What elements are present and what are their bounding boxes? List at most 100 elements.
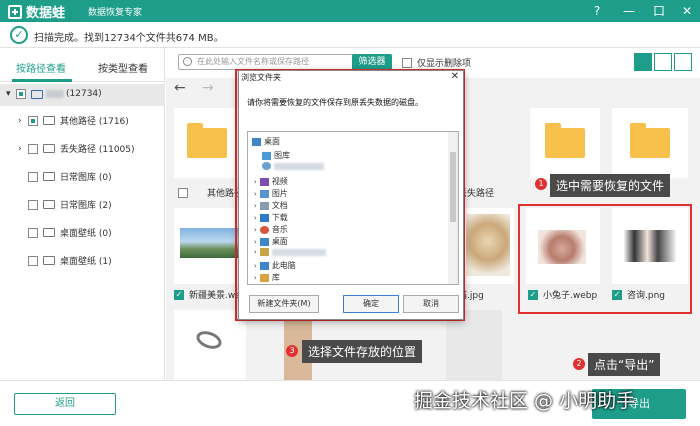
music-icon xyxy=(259,225,269,234)
scrollbar-thumb[interactable] xyxy=(450,152,456,222)
check-circle-icon: ✓ xyxy=(10,26,28,44)
tree-item-video[interactable]: › 视频 xyxy=(254,176,288,187)
chevron-right-icon[interactable]: › xyxy=(254,202,257,210)
node-checkbox[interactable] xyxy=(28,143,38,154)
tree-node[interactable]: 日常图库 (0) xyxy=(28,170,112,183)
cancel-button[interactable]: 取消 xyxy=(403,295,459,313)
tree-node-label: 日常图库 (0) xyxy=(60,173,112,183)
folder-tree[interactable]: 桌面 图库 › 视频 › 图片 › 文档 › 下载 › 音乐 › 桌面 › › … xyxy=(247,131,459,285)
tree-item-user[interactable] xyxy=(262,162,324,170)
help-button[interactable]: ? xyxy=(588,2,606,20)
chevron-right-icon[interactable]: › xyxy=(254,226,257,234)
back-button[interactable]: 返回 xyxy=(14,393,116,415)
folder-icon xyxy=(43,200,55,209)
ok-button[interactable]: 确定 xyxy=(343,295,399,313)
tab-by-type[interactable]: 按类型查看 xyxy=(98,60,148,75)
folder-card[interactable] xyxy=(530,108,600,178)
cat-thumbnail xyxy=(466,214,510,276)
tree-item-documents[interactable]: › 文档 xyxy=(254,200,288,211)
forward-arrow-icon[interactable]: → xyxy=(202,80,214,96)
folder-card[interactable] xyxy=(612,108,688,178)
gallery-icon xyxy=(262,151,271,160)
node-checkbox[interactable] xyxy=(28,115,38,126)
blurred-drive-name xyxy=(46,90,64,98)
step1-number: 1 xyxy=(535,178,547,190)
grid-view-icon[interactable] xyxy=(634,53,652,71)
maximize-button[interactable]: 口 xyxy=(650,2,668,20)
app-subtitle: 数据恢复专家 xyxy=(88,8,143,18)
tree-node-label: 桌面壁纸 (1) xyxy=(60,257,112,267)
tree-node-label: 丢失路径 (11005) xyxy=(60,145,135,155)
dialog-close-icon[interactable]: ✕ xyxy=(451,71,459,82)
dialog-scrollbar[interactable] xyxy=(448,132,458,284)
file-label[interactable]: 其他路径 xyxy=(178,186,243,199)
tree-node[interactable]: › 其他路径 (1716) xyxy=(18,114,129,127)
folder-icon xyxy=(43,144,55,153)
ring-thumbnail xyxy=(194,328,224,352)
tree-node[interactable]: 日常图库 (2) xyxy=(28,198,112,211)
active-tab-indicator xyxy=(12,79,72,82)
chevron-right-icon[interactable]: › xyxy=(254,178,257,186)
chevron-right-icon[interactable]: › xyxy=(254,238,257,246)
close-button[interactable]: ✕ xyxy=(678,2,696,20)
view-tabs: 按路径查看 按类型查看 xyxy=(0,48,164,82)
node-checkbox[interactable] xyxy=(28,255,38,266)
chevron-right-icon[interactable]: › xyxy=(254,214,257,222)
tree-item-desktop[interactable]: 桌面 xyxy=(252,136,280,147)
tree-item-blurred[interactable]: › xyxy=(254,248,326,256)
blurred-user-name xyxy=(274,162,324,170)
download-icon xyxy=(259,213,269,222)
chevron-right-icon[interactable]: › xyxy=(254,274,257,282)
search-placeholder: 在此处输入文件名称或保存路径 xyxy=(197,57,309,66)
desktop-icon xyxy=(259,237,269,246)
tree-item-this-pc[interactable]: › 此电脑 xyxy=(254,260,296,271)
tree-item-desktop2[interactable]: › 桌面 xyxy=(254,236,288,247)
back-arrow-icon[interactable]: ← xyxy=(174,80,186,96)
tab-by-path[interactable]: 按路径查看 xyxy=(16,60,66,75)
tree-node[interactable]: 桌面壁纸 (1) xyxy=(28,254,112,267)
only-deleted-toggle[interactable]: 仅显示删除项 xyxy=(402,56,471,69)
image-card[interactable] xyxy=(462,208,514,284)
folder-icon xyxy=(43,256,55,265)
new-folder-button[interactable]: 新建文件夹(M) xyxy=(249,295,319,313)
node-checkbox[interactable] xyxy=(28,199,38,210)
step2-number: 2 xyxy=(573,358,585,370)
tree-item-library[interactable]: › 库 xyxy=(254,272,280,283)
dialog-title: 浏览文件夹 xyxy=(241,73,281,82)
step2-tip: 点击“导出” xyxy=(588,353,661,376)
node-checkbox[interactable] xyxy=(28,227,38,238)
file-checkbox[interactable]: ✓ xyxy=(174,289,184,300)
tree-node-label: 其他路径 (1716) xyxy=(60,117,129,127)
chevron-right-icon[interactable]: › xyxy=(18,116,28,126)
node-checkbox[interactable] xyxy=(28,171,38,182)
blurred-folder-name xyxy=(271,248,326,256)
file-label[interactable]: ✓ 新疆美景.we xyxy=(174,288,241,301)
list-view-icon[interactable] xyxy=(654,53,672,71)
selection-highlight xyxy=(518,204,692,314)
tree-item-pictures[interactable]: › 图片 xyxy=(254,188,288,199)
tree-item-music[interactable]: › 音乐 xyxy=(254,224,288,235)
step3-number: 3 xyxy=(286,345,298,357)
chevron-right-icon[interactable]: › xyxy=(254,190,257,198)
tree-node[interactable]: 桌面壁纸 (0) xyxy=(28,226,112,239)
folder-card[interactable] xyxy=(174,108,240,178)
file-checkbox[interactable] xyxy=(178,187,188,198)
chevron-down-icon[interactable]: ▾ xyxy=(6,89,16,99)
folder-icon xyxy=(43,116,55,125)
folder-icon xyxy=(259,248,269,256)
filter-button[interactable]: 筛选器 xyxy=(352,54,392,70)
chevron-right-icon[interactable]: › xyxy=(254,262,257,270)
minimize-button[interactable]: — xyxy=(620,2,638,20)
tree-node[interactable]: › 丢失路径 (11005) xyxy=(18,142,135,155)
search-input[interactable]: 在此处输入文件名称或保存路径 xyxy=(178,54,354,70)
tree-item-gallery[interactable]: 图库 xyxy=(262,150,290,161)
app-title: 数据蛙 xyxy=(26,6,66,21)
drive-icon xyxy=(31,89,43,99)
detail-view-icon[interactable] xyxy=(674,53,692,71)
chevron-right-icon[interactable]: › xyxy=(18,144,28,154)
tree-item-downloads[interactable]: › 下载 xyxy=(254,212,288,223)
chevron-right-icon[interactable]: › xyxy=(254,248,257,256)
tree-root-row[interactable]: ▾ (12734) xyxy=(0,84,165,106)
only-deleted-checkbox[interactable] xyxy=(402,57,412,68)
root-checkbox[interactable] xyxy=(16,89,26,99)
